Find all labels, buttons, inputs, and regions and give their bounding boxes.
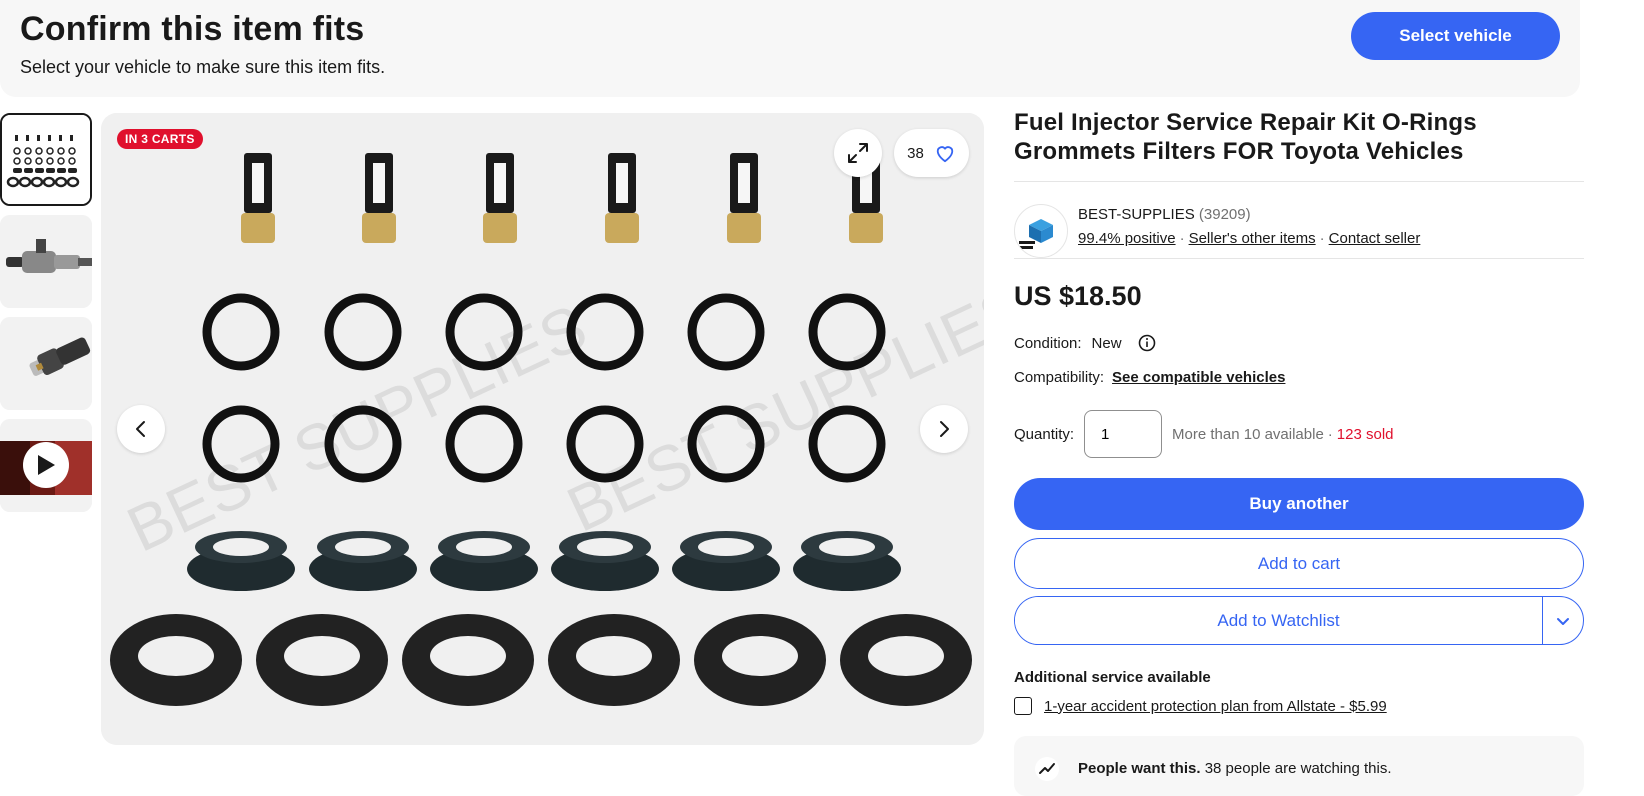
condition-value: New	[1091, 334, 1122, 352]
seller-name[interactable]: BEST-SUPPLIES	[1078, 206, 1195, 223]
buy-another-button[interactable]: Buy another	[1014, 478, 1584, 530]
contact-seller-link[interactable]: Contact seller	[1329, 230, 1421, 247]
price: US $18.50	[1014, 281, 1142, 311]
title-divider	[1014, 181, 1584, 182]
chevron-down-icon	[1557, 617, 1569, 625]
seller-name-line: BEST-SUPPLIES (39209)	[1078, 206, 1251, 223]
thumbnail-2[interactable]	[0, 215, 92, 308]
quantity-label: Quantity:	[1014, 425, 1075, 443]
protection-plan-checkbox[interactable]	[1014, 697, 1032, 715]
main-product-image[interactable]: BEST SUPPLIES BEST SUPPLIES IN 3 CARTS 3…	[101, 113, 984, 745]
availability-text: More than 10 available	[1172, 425, 1324, 443]
fitment-title: Confirm this item fits	[20, 10, 365, 48]
seller-logo[interactable]	[1014, 204, 1068, 258]
protection-plan-row: 1-year accident protection plan from All…	[1014, 697, 1387, 715]
watchers-detail: 38 people are watching this.	[1204, 760, 1392, 777]
separator: ·	[1319, 230, 1325, 247]
condition-row: Condition: New	[1014, 334, 1156, 352]
thumbnail-video[interactable]	[0, 419, 92, 512]
watch-count-button[interactable]: 38	[894, 129, 969, 177]
seller-logo-image	[1019, 219, 1053, 249]
trending-icon	[1035, 757, 1059, 781]
product-info-panel: Fuel Injector Service Repair Kit O-Rings…	[1014, 108, 1584, 796]
expand-image-button[interactable]	[834, 129, 882, 177]
kit-parts-thumb-image	[2, 115, 90, 204]
in-carts-badge: IN 3 CARTS	[117, 129, 203, 149]
injector-side-thumb-image	[0, 215, 92, 308]
chevron-left-icon	[136, 421, 145, 437]
seller-other-items-link[interactable]: Seller's other items	[1189, 230, 1316, 247]
seller-positive-link[interactable]: 99.4% positive	[1078, 230, 1176, 247]
chevron-right-icon	[940, 421, 949, 437]
thumbnail-1[interactable]	[0, 113, 92, 206]
sold-count: 123 sold	[1336, 425, 1394, 443]
additional-service-heading: Additional service available	[1014, 669, 1211, 686]
compatibility-label: Compatibility:	[1014, 369, 1105, 386]
prev-image-button[interactable]	[117, 405, 165, 453]
injector-angle-thumb-image	[0, 317, 92, 410]
separator: ·	[1327, 425, 1333, 443]
watchers-box: People want this. 38 people are watching…	[1014, 736, 1584, 796]
protection-plan-link[interactable]: 1-year accident protection plan from All…	[1044, 698, 1387, 715]
select-vehicle-button[interactable]: Select vehicle	[1351, 12, 1560, 60]
seller-feedback-count: (39209)	[1198, 206, 1251, 223]
add-to-cart-button[interactable]: Add to cart	[1014, 538, 1584, 589]
watchers-text: People want this. 38 people are watching…	[1078, 760, 1392, 777]
info-icon[interactable]	[1138, 334, 1156, 352]
watchers-bold: People want this.	[1078, 760, 1201, 777]
fitment-banner: Confirm this item fits Select your vehic…	[0, 0, 1580, 97]
watchlist-button-group: Add to Watchlist	[1014, 596, 1584, 645]
fitment-subtitle: Select your vehicle to make sure this it…	[20, 57, 386, 77]
watchlist-dropdown-button[interactable]	[1542, 597, 1583, 644]
quantity-row: Quantity: More than 10 available · 123 s…	[1014, 410, 1394, 458]
product-photo: BEST SUPPLIES BEST SUPPLIES	[101, 113, 984, 745]
play-icon[interactable]	[23, 442, 69, 488]
add-to-watchlist-button[interactable]: Add to Watchlist	[1015, 597, 1542, 644]
seller-info: BEST-SUPPLIES (39209) 99.4% positive · Sel…	[1014, 194, 1584, 274]
thumbnail-3[interactable]	[0, 317, 92, 410]
see-compatible-vehicles-link[interactable]: See compatible vehicles	[1112, 369, 1285, 386]
watch-count: 38	[907, 144, 924, 162]
separator: ·	[1179, 230, 1185, 247]
compatibility-row: Compatibility: See compatible vehicles	[1014, 369, 1285, 386]
seller-links: 99.4% positive · Seller's other items · Cont…	[1078, 230, 1420, 247]
product-title: Fuel Injector Service Repair Kit O-Rings…	[1014, 109, 1477, 165]
heart-icon	[936, 146, 954, 163]
condition-label: Condition:	[1014, 334, 1082, 352]
next-image-button[interactable]	[920, 405, 968, 453]
seller-divider	[1014, 258, 1584, 259]
quantity-input[interactable]	[1084, 410, 1163, 458]
expand-icon	[848, 143, 868, 163]
